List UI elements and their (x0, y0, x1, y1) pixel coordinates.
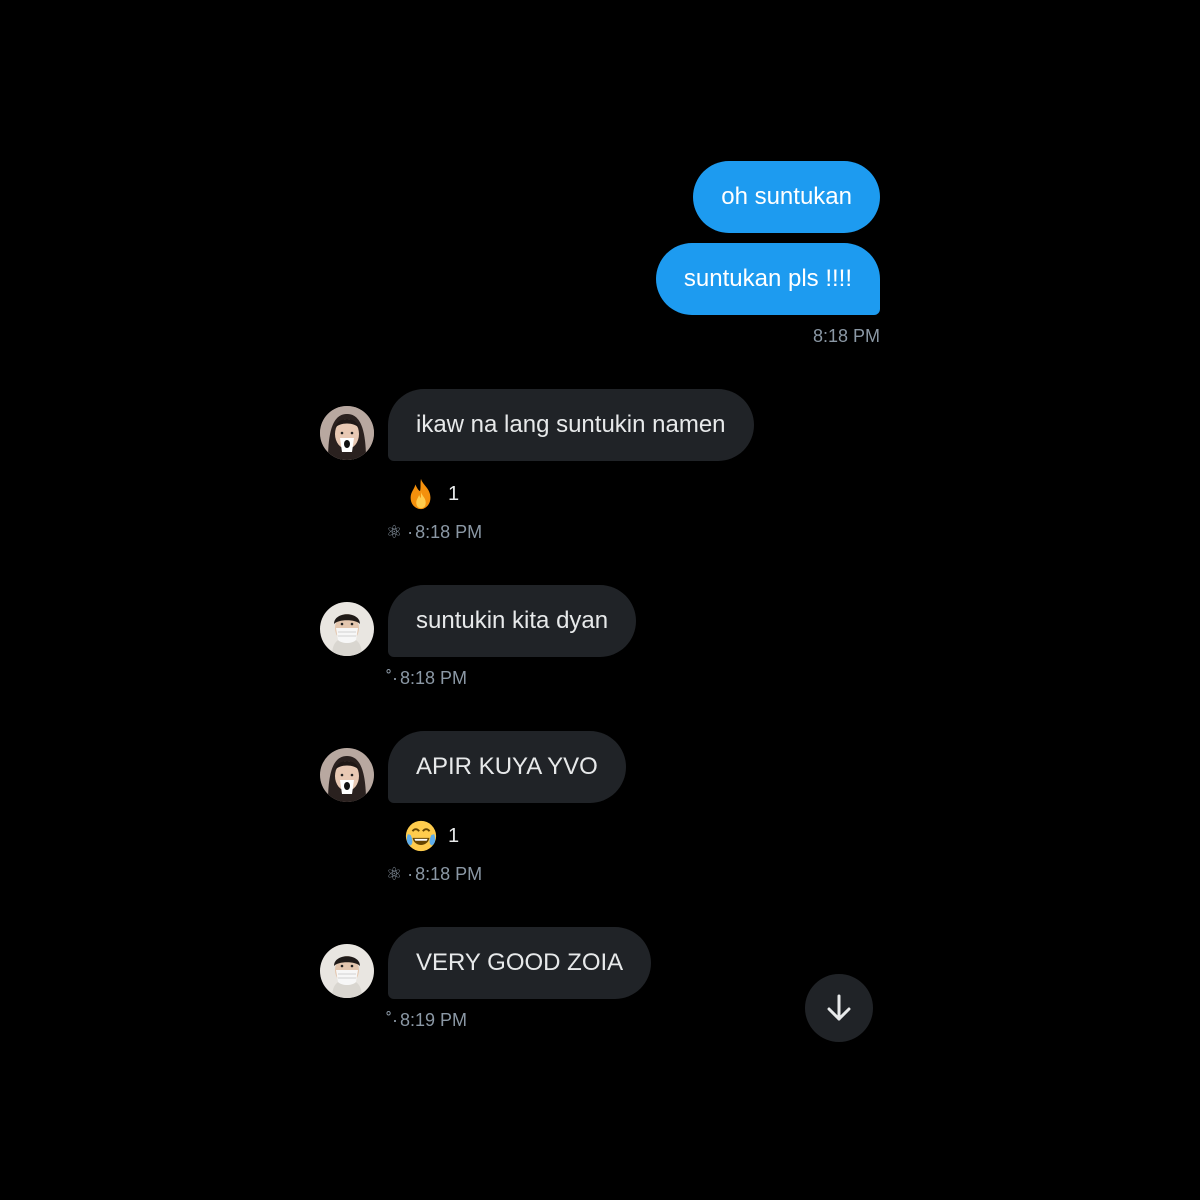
message-timestamp: 8:18 PM (812, 326, 880, 346)
incoming-message-bubble[interactable]: VERY GOOD ZOIA (388, 927, 652, 999)
scroll-to-bottom-button[interactable] (805, 974, 873, 1042)
outgoing-message-bubble[interactable]: oh suntukan (693, 161, 880, 233)
avatar-girl-image (320, 406, 374, 460)
message-reaction[interactable]: 1 (404, 476, 459, 512)
incoming-message-bubble[interactable]: APIR KUYA YVO (388, 731, 626, 803)
message-meta-prefix: ˚· (386, 1010, 398, 1030)
message-meta-prefix: ˚· (386, 668, 398, 688)
avatar-girl-image (320, 748, 374, 802)
message-timestamp: ⚛ · 8:18 PM (386, 522, 482, 543)
incoming-message-bubble[interactable]: ikaw na lang suntukin namen (388, 389, 754, 461)
message-time: 8:18 PM (415, 864, 483, 884)
message-timestamp: ˚· 8:18 PM (386, 668, 467, 689)
reaction-count: 1 (448, 482, 460, 505)
reaction-count: 1 (448, 824, 460, 847)
sender-avatar[interactable] (320, 602, 374, 656)
message-time: 8:18 PM (415, 522, 483, 542)
message-meta-prefix: ⚛ · (386, 522, 414, 542)
sender-avatar[interactable] (320, 406, 374, 460)
avatar-masked-boy-image (320, 944, 374, 998)
sender-avatar[interactable] (320, 944, 374, 998)
message-time: 8:19 PM (400, 1010, 468, 1030)
message-timestamp: ˚· 8:19 PM (386, 1010, 467, 1031)
message-reaction[interactable]: 1 (404, 818, 459, 854)
arrow-down-icon (827, 994, 851, 1021)
avatar-masked-boy-image (320, 602, 374, 656)
message-timestamp: ⚛ · 8:18 PM (386, 864, 482, 885)
outgoing-message-bubble[interactable]: suntukan pls !!!! (655, 243, 880, 315)
fire-icon (410, 478, 431, 510)
incoming-message-bubble[interactable]: suntukin kita dyan (388, 585, 637, 657)
message-time: 8:18 PM (400, 668, 468, 688)
sender-avatar[interactable] (320, 748, 374, 802)
face-with-tears-of-joy-icon (405, 820, 437, 852)
message-meta-prefix: ⚛ · (386, 864, 414, 884)
